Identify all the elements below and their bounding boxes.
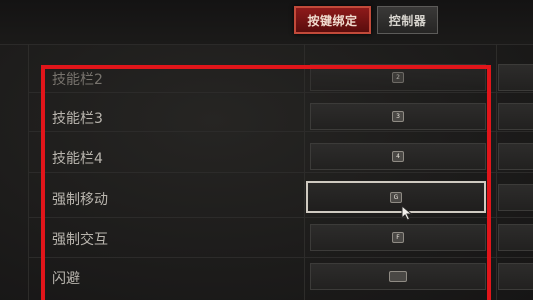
- binding-slot-secondary[interactable]: [498, 64, 533, 91]
- binding-slot-secondary[interactable]: [498, 103, 533, 130]
- binding-slot-secondary[interactable]: [498, 224, 533, 251]
- tab-keybindings[interactable]: 按键绑定: [294, 6, 371, 34]
- settings-header-bar: [0, 0, 533, 45]
- highlight-frame: [41, 65, 491, 300]
- mouse-cursor-icon: [401, 205, 413, 221]
- binding-slot-secondary[interactable]: [498, 184, 533, 211]
- binding-slot-secondary[interactable]: [498, 263, 533, 290]
- binding-slot-secondary[interactable]: [498, 143, 533, 170]
- keybinding-settings-screen: 按键绑定 控制器 技能栏2 2 技能栏3 3 技能栏4 4 强制移动 G 强制交…: [0, 0, 533, 300]
- tab-controller[interactable]: 控制器: [377, 6, 438, 34]
